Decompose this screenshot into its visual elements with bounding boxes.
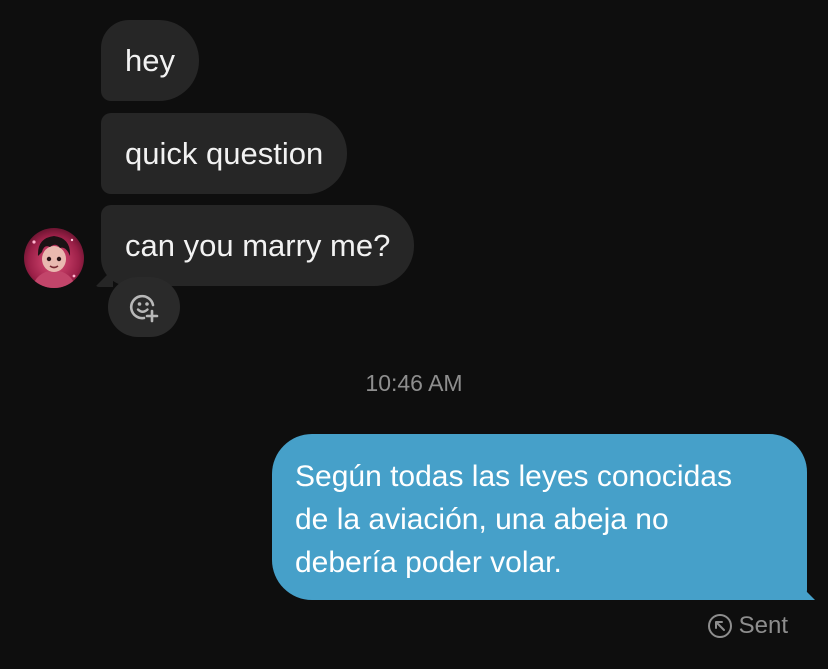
- message-text: can you marry me?: [125, 228, 391, 263]
- message-text-line: de la aviación, una abeja no: [295, 503, 669, 536]
- message-text: hey: [125, 43, 175, 78]
- add-reaction-button[interactable]: [108, 277, 180, 337]
- incoming-message[interactable]: can you marry me?: [101, 205, 415, 286]
- message-text: quick question: [125, 136, 324, 171]
- add-reaction-icon: [129, 294, 159, 323]
- delivery-status: Sent: [707, 612, 788, 640]
- chat-thread: hey quick question can you marry me? 10:…: [0, 0, 828, 669]
- sent-arrow-icon: [707, 614, 732, 638]
- status-text: Sent: [738, 612, 788, 639]
- message-text-line: Según todas las leyes conocidas: [295, 460, 732, 493]
- outgoing-message[interactable]: Según todas las leyes conocidas de la av…: [272, 434, 807, 600]
- message-timestamp: 10:46 AM: [365, 370, 463, 396]
- message-text-line: debería poder volar.: [295, 546, 562, 579]
- incoming-message[interactable]: hey: [101, 20, 199, 101]
- avatar-image: [24, 228, 84, 288]
- incoming-message[interactable]: quick question: [101, 113, 348, 194]
- sender-avatar[interactable]: [24, 228, 84, 288]
